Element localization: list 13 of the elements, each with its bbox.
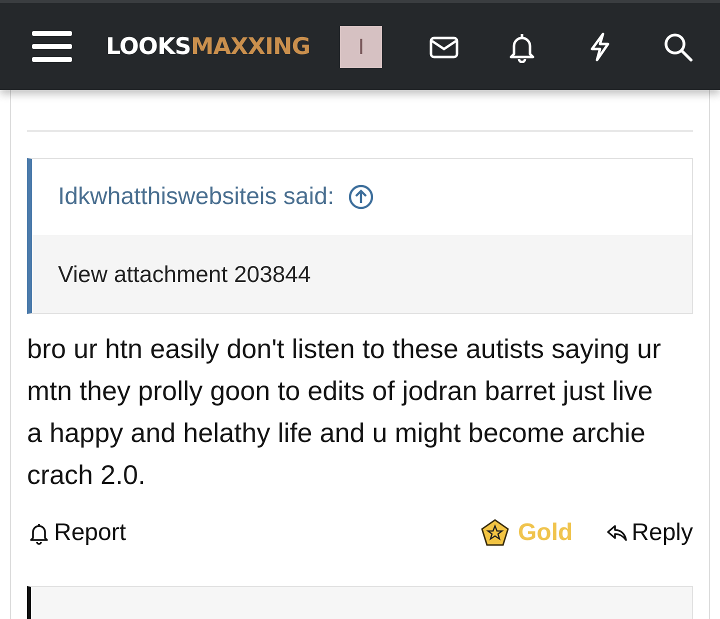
search-icon[interactable] [662,30,694,62]
arrow-up-circle-icon[interactable] [348,184,374,210]
quote-author[interactable]: Idkwhatthiswebsiteis said: [58,183,334,211]
attachment-link[interactable]: View attachment 203844 [58,260,311,288]
user-avatar[interactable]: I [340,26,382,68]
reply-link[interactable]: Reply [604,519,693,547]
report-link[interactable]: Report [27,519,126,547]
menu-icon[interactable] [32,30,72,62]
star-badge-icon [480,518,510,548]
bell-icon [27,521,51,545]
site-logo[interactable]: LOOKSMAXXING [106,34,310,60]
post-text: bro ur htn easily don't listen to these autists saying ur mtn they prolly goon to edits of jodran barret just live a happy and helathy life and u might become archie crach 2.0. [27,333,662,492]
rank-label: Gold [518,519,573,547]
